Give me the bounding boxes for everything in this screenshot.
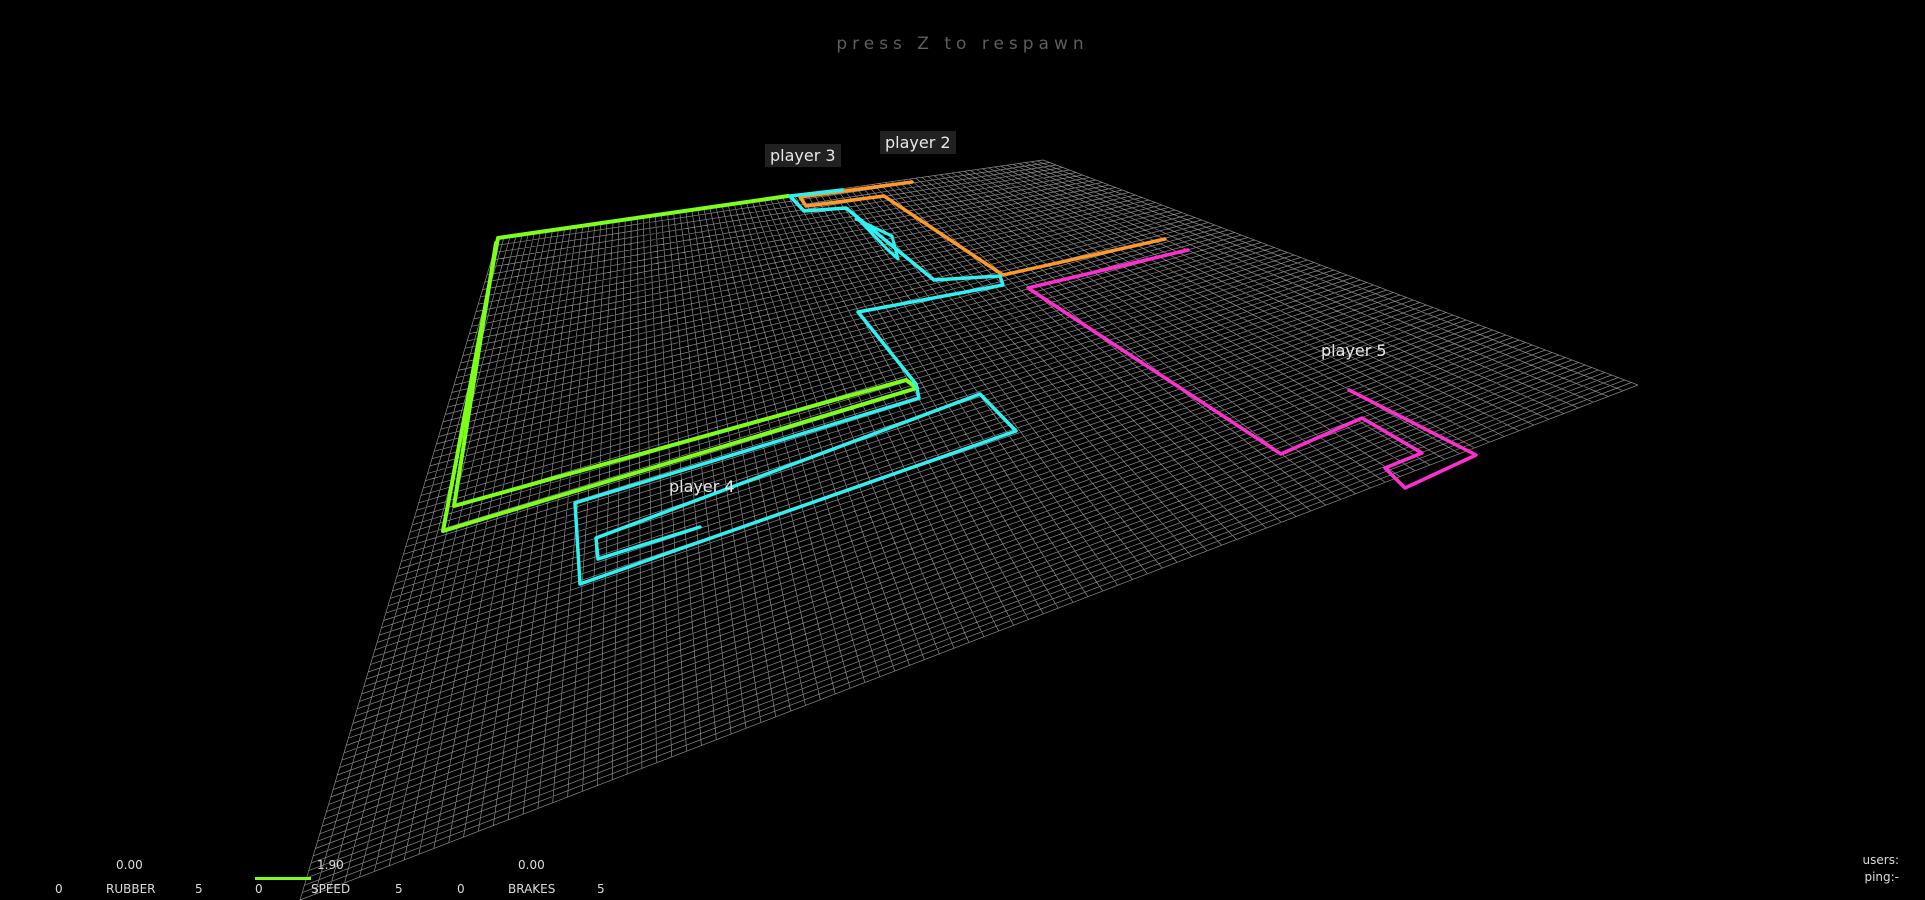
speed-max: 5 xyxy=(395,882,403,896)
trail-player-3 xyxy=(573,188,1018,586)
users-count: users: xyxy=(1862,853,1899,867)
player-label-3: player 3 xyxy=(765,144,841,167)
ping-value: ping:- xyxy=(1864,870,1899,884)
respawn-hint: press Z to respawn xyxy=(836,34,1089,54)
player-label-4: player 4 xyxy=(669,477,735,496)
speed-gauge: 1.90 0 SPEED 5 xyxy=(250,858,410,896)
game-viewport[interactable]: press Z to respawn player 3 player 2 pla… xyxy=(0,0,1925,900)
brakes-gauge: 0.00 0 BRAKES 5 xyxy=(452,858,612,896)
rubber-min: 0 xyxy=(55,882,63,896)
speed-bar xyxy=(255,877,311,880)
grid-lines xyxy=(299,159,1639,900)
speed-value: 1.90 xyxy=(317,858,344,872)
arena-grid xyxy=(299,159,1639,900)
brakes-label: BRAKES xyxy=(508,882,556,896)
rubber-gauge: 0.00 0 RUBBER 5 xyxy=(50,858,210,896)
rubber-label: RUBBER xyxy=(106,882,156,896)
brakes-value: 0.00 xyxy=(518,858,545,872)
player-label-2: player 2 xyxy=(880,131,956,154)
rubber-max: 5 xyxy=(195,882,203,896)
brakes-min: 0 xyxy=(457,882,465,896)
brakes-max: 5 xyxy=(597,882,605,896)
network-info: users: ping:- xyxy=(1863,852,1899,886)
speed-label: SPEED xyxy=(311,882,351,896)
speed-min: 0 xyxy=(255,882,263,896)
rubber-value: 0.00 xyxy=(116,858,143,872)
player-label-5: player 5 xyxy=(1321,341,1387,360)
